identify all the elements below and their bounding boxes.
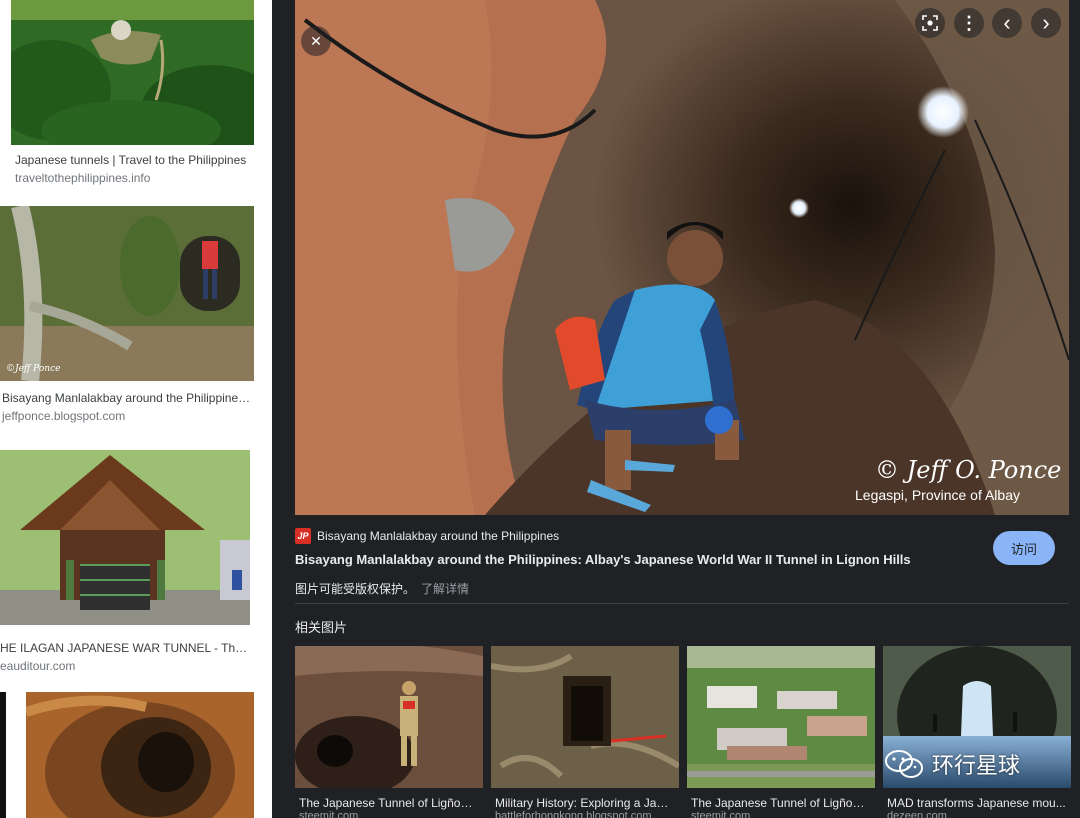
close-button[interactable]: ✕: [301, 26, 331, 56]
related-source-3: steemit.com: [691, 810, 751, 818]
result-card-2[interactable]: ©Jeff Ponce Bisayang Manlalakbay around …: [0, 206, 272, 426]
related-source-4: dezeen.com: [887, 810, 947, 818]
result-title-1[interactable]: Japanese tunnels | Travel to the Philipp…: [15, 153, 255, 167]
chevron-right-icon: ›: [1042, 10, 1050, 35]
svg-text:©Jeff Ponce: ©Jeff Ponce: [6, 364, 60, 374]
divider: [295, 603, 1069, 604]
image-preview-panel: © Jeff O. Ponce Legaspi, Province of Alb…: [272, 0, 1080, 818]
preview-title[interactable]: Bisayang Manlalakbay around the Philippi…: [295, 552, 911, 567]
photo-location: Legaspi, Province of Albay: [855, 487, 1020, 503]
more-options-button[interactable]: ⋮: [954, 8, 984, 38]
related-title-1[interactable]: The Japanese Tunnel of Ligñon ...: [299, 796, 479, 810]
copyright-notice: 图片可能受版权保护。 了解详情: [295, 580, 469, 597]
watermark-text: 环行星球: [932, 753, 1021, 778]
result-title-2[interactable]: Bisayang Manlalakbay around the Philippi…: [2, 391, 252, 405]
related-title-2[interactable]: Military History: Exploring a Japa...: [495, 796, 675, 810]
preview-image[interactable]: © Jeff O. Ponce Legaspi, Province of Alb…: [295, 0, 1069, 515]
result-thumbnail-2[interactable]: ©Jeff Ponce: [0, 206, 254, 381]
related-heading: 相关图片: [295, 620, 348, 635]
site-favicon-icon: JP: [295, 528, 311, 544]
previous-button[interactable]: ‹: [992, 8, 1022, 38]
results-column: Japanese tunnels | Travel to the Philipp…: [0, 0, 272, 818]
close-icon: ✕: [310, 32, 322, 49]
more-vert-icon: ⋮: [960, 12, 978, 33]
result-card-1[interactable]: Japanese tunnels | Travel to the Philipp…: [0, 0, 272, 190]
related-thumbnail-2[interactable]: [491, 646, 679, 788]
result-thumbnail-4b[interactable]: [26, 692, 254, 818]
wechat-logo-icon: [885, 750, 923, 778]
lens-icon: [922, 15, 938, 31]
related-title-4[interactable]: MAD transforms Japanese mou...: [887, 796, 1067, 810]
result-source-3: eauditour.com: [0, 659, 76, 673]
learn-more-link[interactable]: 了解详情: [421, 582, 469, 596]
next-button[interactable]: ›: [1031, 8, 1061, 38]
result-card-3[interactable]: HE ILAGAN JAPANESE WAR TUNNEL - The Aud.…: [0, 450, 272, 673]
result-thumbnail-4a[interactable]: [0, 692, 6, 818]
watermark: 环行星球: [884, 748, 1020, 780]
related-item-4[interactable]: MAD transforms Japanese mou... dezeen.co…: [883, 646, 1071, 818]
related-item-2[interactable]: Military History: Exploring a Japa... ba…: [491, 646, 679, 818]
result-card-4[interactable]: [0, 692, 272, 818]
related-item-1[interactable]: The Japanese Tunnel of Ligñon ... steemi…: [295, 646, 483, 818]
chevron-left-icon: ‹: [1003, 10, 1011, 35]
related-item-3[interactable]: The Japanese Tunnel of Ligñon ... steemi…: [687, 646, 875, 818]
lens-button[interactable]: [915, 8, 945, 38]
related-thumbnail-3[interactable]: [687, 646, 875, 788]
result-source-1: traveltothephilippines.info: [15, 171, 151, 185]
result-thumbnail-1[interactable]: [11, 0, 254, 145]
photo-credit: © Jeff O. Ponce: [875, 456, 1061, 484]
result-title-3[interactable]: HE ILAGAN JAPANESE WAR TUNNEL - The Aud.…: [0, 641, 252, 655]
result-thumbnail-3[interactable]: [0, 450, 250, 625]
related-thumbnail-1[interactable]: [295, 646, 483, 788]
site-line[interactable]: JP Bisayang Manlalakbay around the Phili…: [295, 528, 559, 544]
site-name[interactable]: Bisayang Manlalakbay around the Philippi…: [317, 529, 559, 543]
related-source-1: steemit.com: [299, 810, 359, 818]
visit-button[interactable]: 访问: [993, 531, 1055, 565]
related-title-3[interactable]: The Japanese Tunnel of Ligñon ...: [691, 796, 871, 810]
result-source-2: jeffponce.blogspot.com: [2, 409, 126, 423]
copyright-text: 图片可能受版权保护。: [295, 582, 416, 596]
related-source-2: battleforhongkong.blogspot.com: [495, 810, 652, 818]
